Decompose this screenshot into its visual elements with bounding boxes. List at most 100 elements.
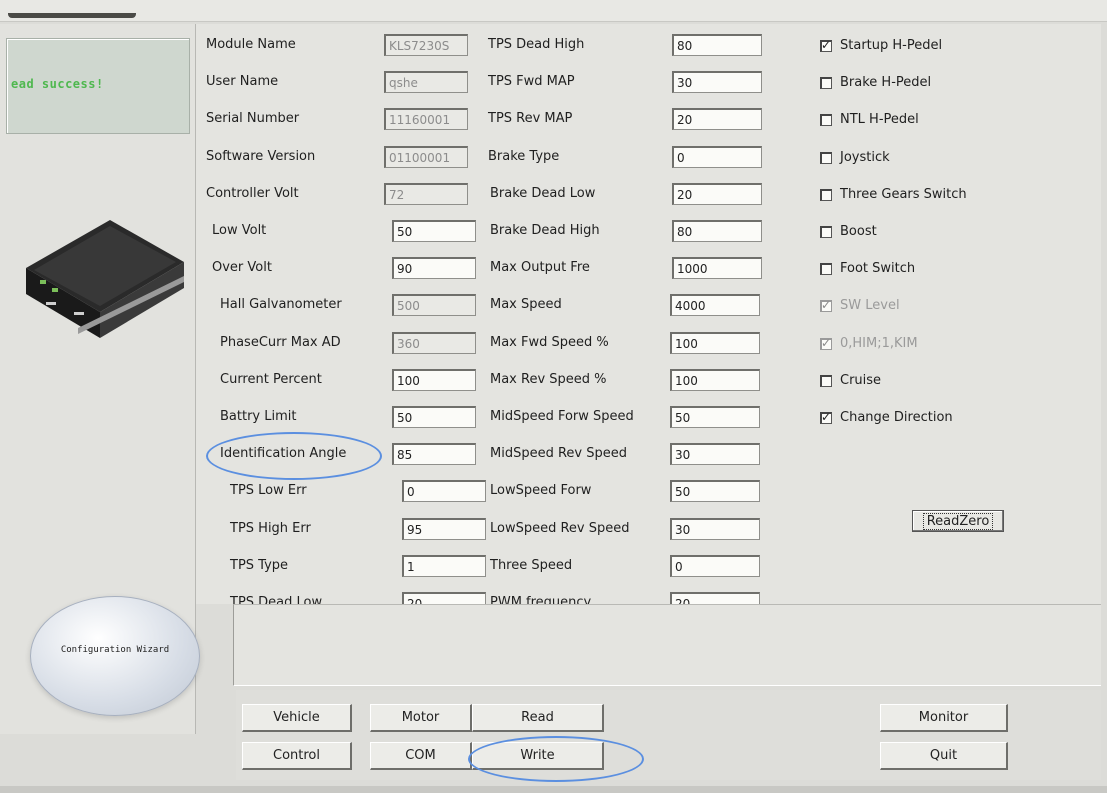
checkbox-label: Change Direction	[840, 410, 953, 425]
col2-label: TPS Fwd MAP	[488, 74, 575, 89]
quit-button[interactable]: Quit	[880, 742, 1008, 770]
col2-label: Max Fwd Speed %	[490, 335, 609, 350]
col2-input[interactable]	[670, 294, 760, 316]
option-checkbox-row[interactable]: 0,HIM;1,KIM	[820, 336, 918, 351]
col1-input[interactable]	[384, 146, 468, 168]
motor-button[interactable]: Motor	[370, 704, 472, 732]
col2-input[interactable]	[670, 480, 760, 502]
checkbox-label: Boost	[840, 224, 877, 239]
col1-label: Serial Number	[206, 111, 300, 126]
read-button[interactable]: Read	[472, 704, 604, 732]
col2-input[interactable]	[670, 406, 760, 428]
col2-input[interactable]	[672, 34, 762, 56]
col1-label: Module Name	[206, 37, 296, 52]
checkbox-label: SW Level	[840, 298, 900, 313]
checkbox[interactable]	[820, 298, 832, 312]
col1-input[interactable]	[392, 220, 476, 242]
col2-label: Max Output Fre	[490, 260, 590, 275]
option-checkbox-row[interactable]: Joystick	[820, 150, 890, 165]
col1-input[interactable]	[392, 406, 476, 428]
col1-label: Battry Limit	[220, 409, 297, 424]
checkbox[interactable]	[820, 151, 832, 164]
col1-input[interactable]	[392, 294, 476, 316]
col1-label: Hall Galvanometer	[220, 297, 342, 312]
option-checkbox-row[interactable]: Three Gears Switch	[820, 187, 967, 202]
col2-label: Max Speed	[490, 297, 562, 312]
col2-input[interactable]	[672, 220, 762, 242]
checkbox-label: 0,HIM;1,KIM	[840, 336, 918, 351]
top-tab-indicator	[8, 0, 136, 18]
col2-label: MidSpeed Forw Speed	[490, 409, 634, 424]
col2-label: Brake Dead Low	[490, 186, 596, 201]
configuration-wizard-button[interactable]: Configuration Wizard	[30, 596, 200, 716]
col1-input[interactable]	[402, 480, 486, 502]
col1-label: Current Percent	[220, 372, 322, 387]
col1-label: Low Volt	[212, 223, 267, 238]
control-button[interactable]: Control	[242, 742, 352, 770]
col1-input[interactable]	[384, 71, 468, 93]
col1-label: Identification Angle	[220, 446, 347, 461]
col2-input[interactable]	[670, 369, 760, 391]
checkbox[interactable]	[820, 76, 832, 89]
col1-input[interactable]	[402, 555, 486, 577]
col1-input[interactable]	[392, 369, 476, 391]
col2-label: Brake Type	[488, 149, 560, 164]
left-panel: ead success! Configuration Wizard	[0, 24, 200, 734]
col2-input[interactable]	[672, 108, 762, 130]
bottom-edge	[0, 786, 1107, 793]
col2-input[interactable]	[672, 257, 762, 279]
checkbox[interactable]	[820, 336, 832, 350]
col1-label: Over Volt	[212, 260, 272, 275]
col2-input[interactable]	[672, 183, 762, 205]
checkbox-label: Foot Switch	[840, 261, 916, 276]
col1-input[interactable]	[392, 443, 476, 465]
col1-input[interactable]	[384, 183, 468, 205]
option-checkbox-row[interactable]: Brake H-Pedel	[820, 75, 931, 90]
col2-label: LowSpeed Forw	[490, 483, 592, 498]
status-box: ead success!	[6, 38, 190, 134]
checkbox[interactable]	[820, 113, 832, 126]
option-checkbox-row[interactable]: Boost	[820, 224, 877, 239]
col2-input[interactable]	[670, 518, 760, 540]
option-checkbox-row[interactable]: SW Level	[820, 298, 900, 313]
col2-label: MidSpeed Rev Speed	[490, 446, 627, 461]
option-checkbox-row[interactable]: Foot Switch	[820, 261, 915, 276]
read-zero-label: ReadZero	[922, 512, 994, 530]
col2-input[interactable]	[670, 443, 760, 465]
col1-input[interactable]	[402, 518, 486, 540]
checkbox[interactable]	[820, 225, 832, 238]
col1-input[interactable]	[392, 257, 476, 279]
top-bar	[0, 0, 1107, 22]
col1-input[interactable]	[392, 332, 476, 354]
write-button[interactable]: Write	[472, 742, 604, 770]
col1-label: User Name	[206, 74, 279, 89]
configuration-wizard-label: Configuration Wizard	[60, 645, 170, 655]
checkbox[interactable]	[820, 38, 832, 52]
col2-input[interactable]	[670, 555, 760, 577]
checkbox[interactable]	[820, 374, 832, 387]
col2-input[interactable]	[672, 146, 762, 168]
com-button[interactable]: COM	[370, 742, 472, 770]
col1-label: PhaseCurr Max AD	[220, 335, 341, 350]
option-checkbox-row[interactable]: Change Direction	[820, 410, 953, 425]
checkbox[interactable]	[820, 410, 832, 424]
col1-label: TPS Type	[230, 558, 289, 573]
controller-image	[26, 220, 184, 338]
col1-input[interactable]	[384, 108, 468, 130]
col1-label: Software Version	[206, 149, 316, 164]
checkbox[interactable]	[820, 262, 832, 275]
option-checkbox-row[interactable]: Cruise	[820, 373, 881, 388]
col1-label: TPS High Err	[230, 521, 311, 536]
checkbox-label: Startup H-Pedel	[840, 38, 943, 53]
option-checkbox-row[interactable]: NTL H-Pedel	[820, 112, 919, 127]
col1-input[interactable]	[384, 34, 468, 56]
read-zero-button[interactable]: ReadZero	[912, 510, 1004, 532]
checkbox[interactable]	[820, 188, 832, 201]
vehicle-button[interactable]: Vehicle	[242, 704, 352, 732]
monitor-button[interactable]: Monitor	[880, 704, 1008, 732]
lower-empty-panel	[233, 604, 1101, 686]
col2-input[interactable]	[672, 71, 762, 93]
col2-input[interactable]	[670, 332, 760, 354]
option-checkbox-row[interactable]: Startup H-Pedel	[820, 38, 942, 53]
checkbox-label: NTL H-Pedel	[840, 112, 919, 127]
